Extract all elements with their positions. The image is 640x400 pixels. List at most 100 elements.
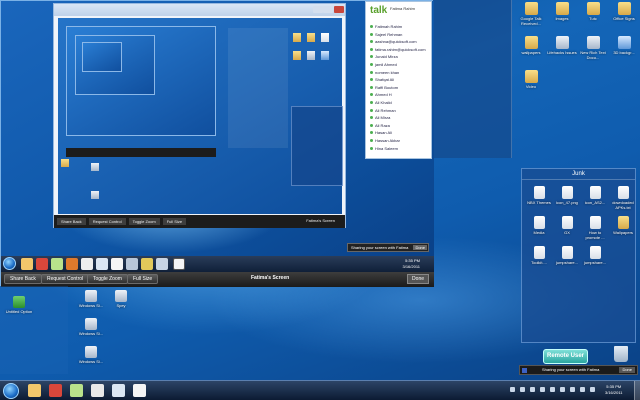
explorer-icon[interactable]	[28, 384, 41, 397]
desktop-icon[interactable]: Windows Si...	[76, 346, 106, 364]
junk-item[interactable]: GX	[554, 216, 580, 240]
tray-icon[interactable]	[530, 387, 535, 392]
background-window[interactable]	[432, 0, 512, 158]
taskbar-clock[interactable]: 5:35 PM 3/16/2011	[605, 384, 623, 396]
desktop-icon[interactable]: Untitled Option	[4, 296, 34, 314]
desktop-icon[interactable]: Office Signs	[609, 2, 639, 21]
shared-folder-icon[interactable]	[293, 51, 301, 60]
junk-item[interactable]: jumpshare...	[582, 246, 608, 265]
gtalk-contact[interactable]: nomeen khan	[370, 70, 428, 76]
gtalk-icon[interactable]	[70, 384, 83, 397]
shared-junk-panel[interactable]	[291, 106, 343, 186]
junk-item[interactable]: downloaded APKs.txt	[610, 186, 636, 210]
shared-image-icon[interactable]	[321, 51, 329, 60]
jumpshare-icon[interactable]	[133, 384, 146, 397]
shared-desktop-icon[interactable]	[91, 163, 99, 171]
stop-icon[interactable]	[522, 368, 527, 373]
gtalk-contact[interactable]: Hasan Ali	[370, 130, 428, 136]
shared-desktop-icon[interactable]	[61, 159, 69, 167]
junk-item[interactable]: Media	[526, 216, 552, 240]
desktop-icon[interactable]: Google Talk Received...	[516, 2, 546, 26]
desktop-icon[interactable]: Spey	[106, 290, 136, 308]
gtalk-contact[interactable]: Shafqat Ali	[370, 77, 428, 83]
junk-item[interactable]: Toolkit....	[526, 246, 552, 265]
junk-item[interactable]: How to promote ...	[582, 216, 608, 240]
junk-item[interactable]: NBX Themes	[526, 186, 552, 210]
gtalk-contact[interactable]: Ali Rehman	[370, 108, 428, 114]
desktop-icon[interactable]: Windows Si...	[76, 290, 106, 308]
gtalk-contact[interactable]: Junaid Mirza	[370, 54, 428, 60]
junk-fence-panel[interactable]: Junk NBX Themes icon_47.png icon_AS2... dow…	[521, 168, 636, 343]
gtalk-contact[interactable]: Hina Saleem	[370, 146, 428, 152]
shared-file-icon[interactable]	[321, 33, 329, 42]
nested-toggle-zoom-button[interactable]: Toggle Zoom	[128, 218, 160, 225]
nested-share-back-button[interactable]: Share Back	[57, 218, 86, 225]
shared-q-icon[interactable]	[173, 258, 185, 270]
shared-jumpshare-icon[interactable]	[111, 258, 123, 270]
desktop-icon[interactable]: New Rich Text Docu...	[578, 36, 608, 60]
nested-full-size-button[interactable]: Full Size	[162, 218, 187, 225]
shared-folder-icon[interactable]	[307, 33, 315, 42]
shared-app-icon[interactable]	[141, 258, 153, 270]
gtalk-window[interactable]: talk Fatima Rahim Fatimah Rahim Sajeel Re…	[365, 1, 432, 159]
shared-app-icon[interactable]	[126, 258, 138, 270]
shared-firefox-icon[interactable]	[66, 258, 78, 270]
maximize-button[interactable]	[323, 6, 333, 13]
remote-user-pill[interactable]: Remote User	[543, 349, 588, 364]
share-back-button[interactable]: Share Back	[4, 274, 42, 284]
request-control-button[interactable]: Request Control	[41, 274, 90, 284]
tray-icon[interactable]	[550, 387, 555, 392]
shared-chrome-icon[interactable]	[36, 258, 48, 270]
shared-doc-icon[interactable]	[307, 51, 315, 60]
gtalk-contact[interactable]: Hassan Akbar	[370, 138, 428, 144]
tray-icon[interactable]	[570, 387, 575, 392]
start-button[interactable]	[3, 383, 19, 399]
nested-request-control-button[interactable]: Request Control	[88, 218, 126, 225]
desktop-icon[interactable]: Video	[516, 70, 546, 89]
tray-icon[interactable]	[560, 387, 565, 392]
gtalk-contact[interactable]: Fatimah Rahim	[370, 24, 428, 30]
desktop-icon[interactable]: Tutc	[578, 2, 608, 21]
shared-doc-icon[interactable]	[81, 258, 93, 270]
desktop-icon[interactable]: wallpapers	[516, 36, 546, 55]
shared-folder-icon[interactable]	[293, 33, 301, 42]
shared-screen-window[interactable]: Share Back Request Control Toggle Zoom Full…	[0, 0, 434, 287]
gtalk-contact[interactable]: Ali Khalid	[370, 100, 428, 106]
shared-window-icon[interactable]	[96, 258, 108, 270]
gtalk-contact[interactable]: fatima.rahim@quicksoft.com	[370, 47, 428, 53]
gtalk-contact[interactable]: jamil Ahmed	[370, 62, 428, 68]
gtalk-contact[interactable]: aashna@quicksoft.com	[370, 39, 428, 45]
desktop-icon[interactable]: Windows Si...	[76, 318, 106, 336]
sharing-done-button[interactable]: Done	[619, 367, 635, 373]
close-button[interactable]	[334, 6, 344, 13]
shared-gtalk-icon[interactable]	[51, 258, 63, 270]
document-icon[interactable]	[112, 384, 125, 397]
full-size-button[interactable]: Full Size	[127, 274, 159, 284]
gtalk-contact[interactable]: Ahmed H	[370, 92, 428, 98]
minimize-button[interactable]	[313, 6, 323, 13]
chrome-icon[interactable]	[49, 384, 62, 397]
junk-item[interactable]: icon_47.png	[554, 186, 580, 210]
shared-explorer-icon[interactable]	[21, 258, 33, 270]
gtalk-contact[interactable]: Raffi Boutom	[370, 85, 428, 91]
tray-icon[interactable]	[520, 387, 525, 392]
volume-icon[interactable]	[590, 387, 595, 392]
sticky-icon[interactable]	[91, 384, 104, 397]
tray-icon[interactable]	[540, 387, 545, 392]
tray-arrow-icon[interactable]	[510, 387, 515, 392]
toggle-zoom-button[interactable]: Toggle Zoom	[87, 274, 128, 284]
shared-app-icon[interactable]	[156, 258, 168, 270]
recycle-bin-icon[interactable]	[614, 346, 628, 362]
gtalk-contact[interactable]: Ali Raza	[370, 123, 428, 129]
desktop-icon[interactable]: Lifehacks Issues	[547, 36, 577, 55]
share-done-button[interactable]: Done	[407, 274, 429, 284]
gtalk-contact[interactable]: Sajeel Rehman	[370, 32, 428, 38]
junk-item[interactable]: icon_AS2...	[582, 186, 608, 210]
desktop-icon[interactable]: Images	[547, 2, 577, 21]
show-desktop-button[interactable]	[634, 381, 640, 400]
shared-desktop-icon[interactable]	[91, 191, 99, 199]
gtalk-contact[interactable]: Ali Mirza	[370, 115, 428, 121]
junk-item[interactable]: jumpshare...	[554, 246, 580, 265]
shared-start-orb[interactable]	[3, 257, 16, 270]
junk-item[interactable]: Wallpapers	[610, 216, 636, 240]
